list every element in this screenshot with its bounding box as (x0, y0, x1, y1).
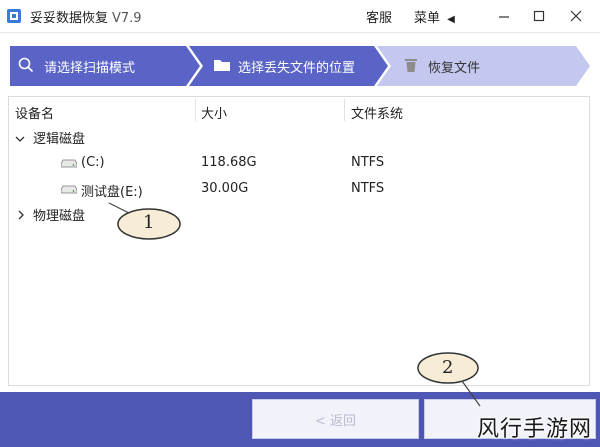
close-icon (570, 10, 582, 22)
wizard-step-3-label: 恢复文件 (428, 61, 481, 76)
device-size: 30.00G (201, 181, 249, 196)
device-filesystem: NTFS (351, 181, 385, 196)
menu-button[interactable]: 菜单 ◀ (414, 7, 455, 26)
chevron-right-icon[interactable] (16, 210, 26, 220)
column-divider (195, 99, 196, 121)
watermark: 风行手游网 (476, 417, 592, 442)
minimize-button[interactable] (486, 0, 522, 32)
device-size: 118.68G (201, 155, 257, 170)
wizard-step-2-label: 选择丢失文件的位置 (238, 61, 356, 76)
trash-icon (405, 59, 417, 72)
support-button[interactable]: 客服 (366, 7, 392, 26)
column-header-size[interactable]: 大小 (201, 103, 227, 122)
wizard-steps: 请选择扫描模式 选择丢失文件的位置 恢复文件 (0, 40, 600, 92)
folder-icon (214, 60, 230, 71)
minimize-icon (499, 16, 509, 18)
column-divider (344, 99, 345, 121)
menu-label: 菜单 (414, 11, 441, 26)
app-title: 妥妥数据恢复 V7.9 (30, 7, 142, 26)
app-logo-icon (7, 9, 21, 23)
close-button[interactable] (558, 0, 594, 32)
title-bar: 妥妥数据恢复 V7.9 客服 菜单 ◀ (0, 0, 600, 33)
callout-2-label: 2 (442, 357, 454, 378)
app-version: V7.9 (112, 11, 142, 26)
callout-1-label: 1 (143, 212, 155, 233)
device-table: 设备名 大小 文件系统 逻辑磁盘 (C:) 118.68G NTFS 测试盘(E… (8, 96, 590, 386)
tree-group-logical-label: 逻辑磁盘 (33, 132, 86, 147)
search-icon (18, 57, 34, 73)
disk-drive-icon (61, 159, 77, 168)
chevron-down-icon[interactable] (15, 134, 25, 144)
maximize-icon (533, 10, 545, 22)
wizard-step-1-label: 请选择扫描模式 (44, 61, 136, 76)
app-name: 妥妥数据恢复 (30, 11, 109, 26)
column-header-device[interactable]: 设备名 (15, 103, 54, 122)
disk-drive-icon (61, 185, 77, 194)
maximize-button[interactable] (521, 0, 557, 32)
device-filesystem: NTFS (351, 155, 385, 170)
back-button[interactable]: < 返回 (252, 399, 419, 439)
column-header-filesystem[interactable]: 文件系统 (351, 103, 403, 122)
device-name: (C:) (81, 155, 105, 170)
menu-arrow-icon: ◀ (447, 14, 455, 25)
tree-group-physical-label: 物理磁盘 (33, 209, 86, 224)
